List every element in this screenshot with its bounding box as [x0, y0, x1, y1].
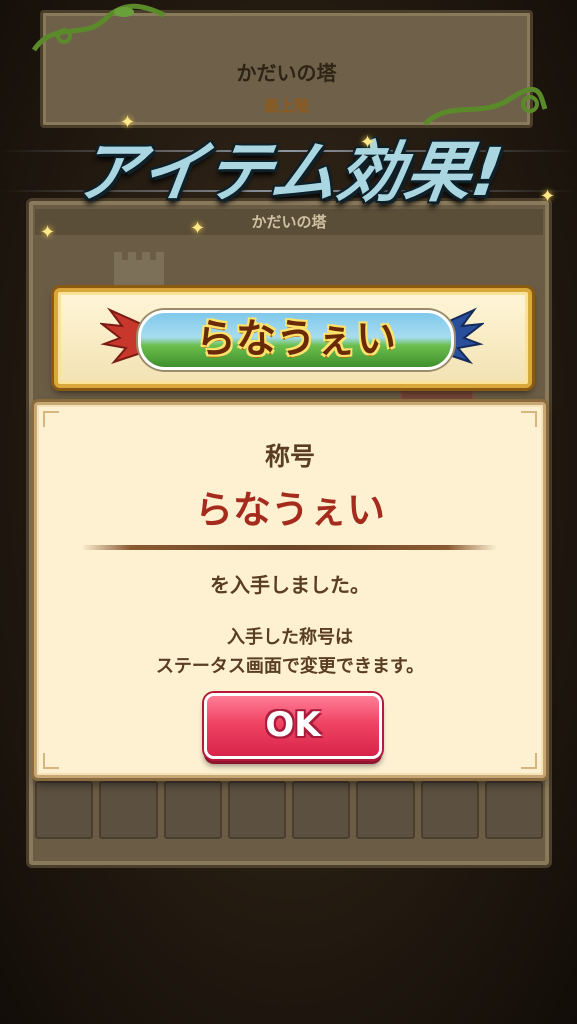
sparkle-icon: ✦ — [360, 132, 376, 153]
divider — [81, 545, 497, 550]
sparkle-icon: ✦ — [40, 222, 56, 243]
vine-decoration-right-icon — [423, 86, 548, 126]
grid-cell — [356, 781, 415, 839]
title-plate-emblem: らなうぇい — [138, 310, 454, 370]
corner-ornament — [43, 753, 59, 769]
vine-decoration-icon — [31, 3, 166, 52]
corner-ornament — [521, 753, 537, 769]
dialog-label: 称号 — [264, 442, 315, 471]
change-note: 入手した称号は ステータス画面で変更できます。 — [37, 623, 543, 681]
title-plate: らなうぇい — [54, 288, 532, 388]
sparkle-icon: ✦ — [540, 186, 556, 207]
item-effect-banner: アイテム効果! — [71, 134, 509, 211]
change-note-line: 入手した称号は — [227, 627, 353, 648]
grid-cell — [484, 781, 543, 839]
grid-cell — [35, 781, 94, 839]
title-plate-text: らなうぇい — [196, 316, 396, 362]
grid-cell — [163, 781, 222, 839]
tower-name: かだいの塔 — [236, 61, 337, 85]
title-acquired-dialog: 称号 らなうぇい を入手しました。 入手した称号は ステータス画面で変更できます… — [34, 402, 546, 778]
grid-cell — [420, 781, 479, 839]
ok-button[interactable]: OK — [204, 693, 382, 759]
item-grid — [35, 781, 543, 839]
change-note-line: ステータス画面で変更できます。 — [155, 656, 425, 677]
grid-cell — [292, 781, 351, 839]
corner-ornament — [43, 411, 59, 427]
sparkle-icon: ✦ — [120, 112, 136, 133]
acquired-title-name: らなうぇい — [194, 488, 385, 532]
grid-cell — [227, 781, 286, 839]
corner-ornament — [521, 411, 537, 427]
sparkle-icon: ✦ — [190, 218, 206, 239]
obtained-message: を入手しました。 — [210, 573, 370, 597]
grid-cell — [99, 781, 158, 839]
